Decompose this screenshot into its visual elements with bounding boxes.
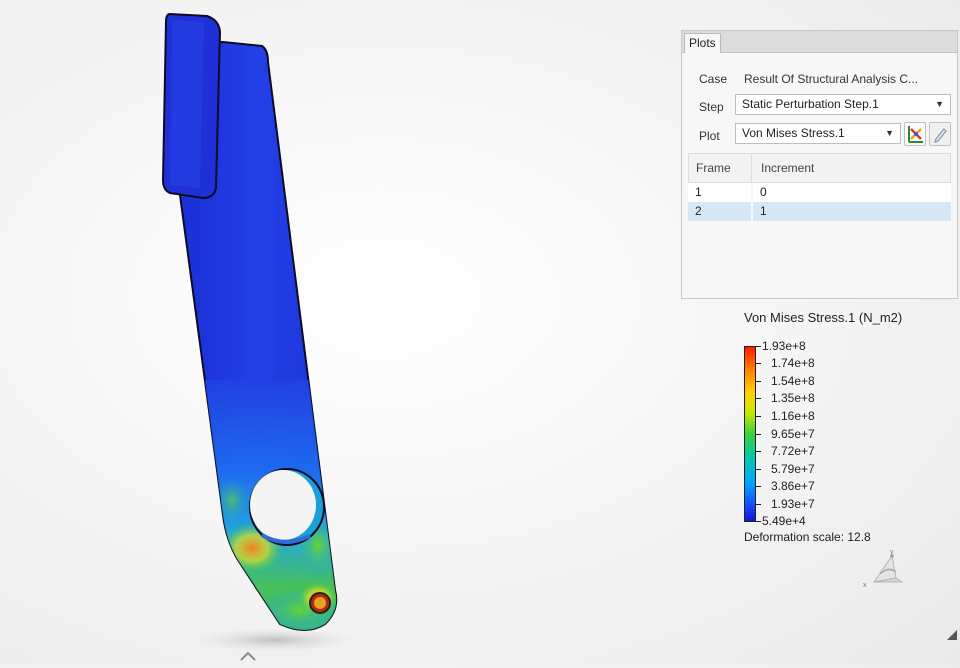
step-select-value: Static Perturbation Step.1 [742, 97, 879, 111]
pencil-icon [933, 127, 947, 144]
legend-value: 1.93e+7 [771, 497, 815, 511]
column-header-frame[interactable]: Frame [689, 154, 752, 182]
case-value: Result Of Structural Analysis C... [744, 72, 919, 86]
legend-value: 1.54e+8 [771, 374, 815, 388]
legend-tick [756, 381, 761, 382]
column-header-increment[interactable]: Increment [754, 154, 950, 182]
step-select[interactable]: Static Perturbation Step.1 ▼ [735, 94, 951, 115]
plot-label: Plot [699, 129, 720, 143]
plot-select-value: Von Mises Stress.1 [742, 126, 845, 140]
legend-value: 5.49e+4 [762, 514, 806, 528]
legend-tick [756, 451, 761, 452]
plots-panel: Plots Case Result Of Structural Analysis… [681, 30, 958, 299]
legend-tick [756, 363, 761, 364]
resize-handle-icon[interactable] [946, 628, 958, 646]
chevron-down-icon: ▼ [935, 99, 944, 109]
legend-value: 7.72e+7 [771, 444, 815, 458]
legend-tick [756, 469, 761, 470]
legend-value: 1.16e+8 [771, 409, 815, 423]
legend-value: 9.65e+7 [771, 427, 815, 441]
legend-tick [756, 434, 761, 435]
legend-tick [756, 398, 761, 399]
chevron-down-icon: ▼ [885, 128, 894, 138]
plots-tab-bar: Plots [682, 31, 957, 53]
table-row[interactable]: 1 0 [688, 183, 951, 202]
plot-settings-icon [908, 126, 923, 143]
triad-x-label: x [863, 582, 867, 589]
legend-color-bar [744, 346, 756, 522]
step-label: Step [699, 100, 724, 114]
legend-value: 1.93e+8 [762, 339, 806, 353]
increment-cell: 1 [753, 202, 951, 221]
frame-cell: 1 [688, 183, 751, 202]
legend-tick [756, 486, 761, 487]
increment-cell: 0 [753, 183, 951, 202]
axis-triad-icon[interactable]: y x [862, 546, 922, 595]
table-header: Frame Increment [688, 153, 951, 183]
legend-value: 5.79e+7 [771, 462, 815, 476]
legend-tick [756, 346, 761, 347]
case-label: Case [699, 72, 728, 86]
view-up-arrow-icon[interactable] [239, 649, 257, 667]
edit-button[interactable] [929, 122, 951, 146]
legend-tick [756, 416, 761, 417]
legend-value: 1.35e+8 [771, 391, 815, 405]
frames-table: Frame Increment 1 0 2 1 [688, 153, 951, 221]
legend-tick [756, 504, 761, 505]
frame-cell: 2 [688, 202, 751, 221]
legend-value: 1.74e+8 [771, 356, 815, 370]
legend-value: 3.86e+7 [771, 479, 815, 493]
table-row-selected[interactable]: 2 1 [688, 202, 951, 221]
legend-tick [756, 521, 761, 522]
plot-select[interactable]: Von Mises Stress.1 ▼ [735, 123, 901, 144]
tab-plots[interactable]: Plots [684, 33, 721, 53]
deformation-scale-label: Deformation scale: 12.8 [744, 530, 871, 544]
legend-title: Von Mises Stress.1 (N_m2) [744, 310, 903, 325]
plot-settings-button[interactable] [904, 122, 926, 146]
